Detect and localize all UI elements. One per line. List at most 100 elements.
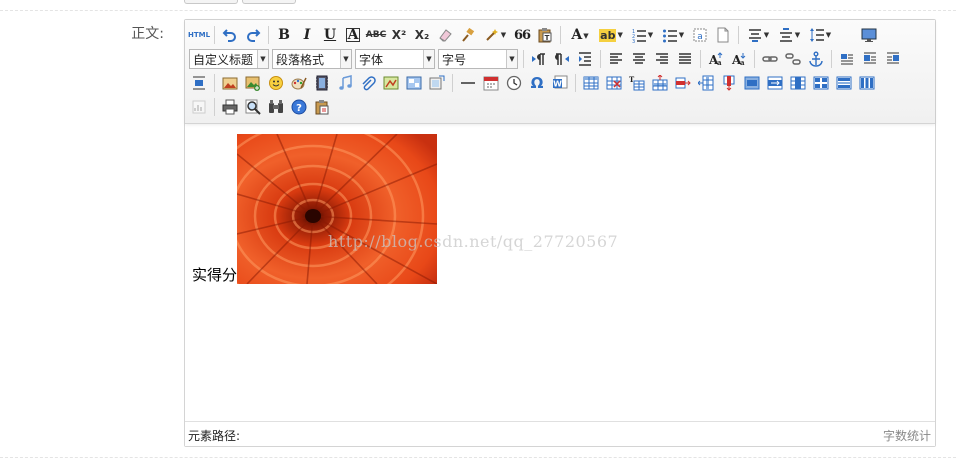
charts-icon-disabled[interactable] [189,97,209,117]
uppercase-icon[interactable]: Aa [706,49,726,69]
unlink-icon[interactable] [783,49,803,69]
horizontal-rule-icon[interactable] [458,73,478,93]
subscript-button[interactable]: X₂ [412,25,432,45]
divider-top [0,10,956,11]
merge-cells-icon[interactable] [742,73,762,93]
link-icon[interactable] [760,49,780,69]
font-border-button[interactable]: A [343,25,363,45]
backcolor-button[interactable]: ab ▼ [597,25,625,45]
paragraph-format-select[interactable]: 段落格式 ▼ [272,49,352,69]
toolbar-separator [214,98,215,116]
split-to-cols-icon[interactable] [857,73,877,93]
unordered-list-icon[interactable]: ▼ [659,25,687,45]
clear-document-icon[interactable] [713,25,733,45]
lowercase-icon[interactable]: Aa [729,49,749,69]
underline-button[interactable]: U [320,25,340,45]
row-spacing-bottom-icon[interactable]: ▼ [775,25,803,45]
select-all-icon[interactable]: a [690,25,710,45]
editor-toolbar: HTML B I U A ABC X² X₂ ▼ 66 T A ▼ ab ▼ 1… [185,20,935,124]
word-count-label[interactable]: 字数统计 [883,427,931,444]
editor-content-area[interactable]: 实得分 http://blog.csdn.net/qq_27720567 [185,124,935,422]
previous-button-stub-1[interactable] [184,0,238,4]
anchor-icon[interactable] [806,49,826,69]
bold-button[interactable]: B [274,25,294,45]
format-painter-icon[interactable] [458,25,478,45]
font-size-select[interactable]: 字号 ▼ [438,49,518,69]
insert-row-icon[interactable] [650,73,670,93]
paste-plain-icon[interactable]: T [535,25,555,45]
split-to-rows-icon[interactable] [834,73,854,93]
insert-table-icon[interactable] [581,73,601,93]
align-justify-icon[interactable] [675,49,695,69]
map-icon[interactable] [381,73,401,93]
previous-button-stub-2[interactable] [242,0,296,4]
line-height-icon[interactable]: ▼ [806,25,834,45]
custom-style-select[interactable]: 自定义标题 ▼ [189,49,269,69]
music-icon[interactable] [335,73,355,93]
direction-rtl-icon[interactable] [552,49,572,69]
redo-icon[interactable] [243,25,263,45]
insert-time-icon[interactable] [504,73,524,93]
svg-text:a: a [697,32,703,42]
insert-video-icon[interactable] [312,73,332,93]
print-icon[interactable] [220,97,240,117]
preview-icon[interactable] [243,97,263,117]
insert-col-icon[interactable] [696,73,716,93]
merge-down-icon[interactable] [788,73,808,93]
toolbar-separator [214,74,215,92]
delete-col-icon[interactable] [719,73,739,93]
align-left-icon[interactable] [606,49,626,69]
merge-right-icon[interactable] [765,73,785,93]
insert-frame-icon[interactable] [427,73,447,93]
svg-text:W: W [553,80,562,89]
fullscreen-icon[interactable] [859,25,879,45]
simple-upload-icon[interactable] [220,73,240,93]
word-image-icon[interactable]: W [550,73,570,93]
image-none-icon[interactable] [837,49,857,69]
blockquote-button[interactable]: 66 [512,25,532,45]
align-right-icon[interactable] [652,49,672,69]
special-chars-button[interactable]: Ω [527,73,547,93]
image-left-icon[interactable] [860,49,880,69]
insert-date-icon[interactable] [481,73,501,93]
image-right-icon[interactable] [883,49,903,69]
flower-image[interactable] [237,134,438,284]
gmap-icon[interactable] [404,73,424,93]
align-center-icon[interactable] [629,49,649,69]
drafts-icon[interactable] [312,97,332,117]
scrawl-icon[interactable] [289,73,309,93]
undo-icon[interactable] [220,25,240,45]
direction-ltr-icon[interactable] [529,49,549,69]
element-path-label: 元素路径: [188,429,241,443]
svg-text:a: a [740,58,745,67]
insert-caption-icon[interactable]: T [627,73,647,93]
image-center-icon[interactable] [189,73,209,93]
toolbar-separator [738,26,739,44]
eraser-icon[interactable] [435,25,455,45]
help-icon[interactable]: ? [289,97,309,117]
divider-bottom [0,457,956,458]
split-to-cells-icon[interactable] [811,73,831,93]
font-family-select[interactable]: 字体 ▼ [355,49,435,69]
toolbar-separator [523,50,524,68]
emotion-icon[interactable] [266,73,286,93]
field-label-body: 正文: [131,26,164,42]
source-html-button[interactable]: HTML [188,25,210,45]
toolbar-separator [831,50,832,68]
search-replace-icon[interactable] [266,97,286,117]
italic-button[interactable]: I [297,25,317,45]
watermark-text: http://blog.csdn.net/qq_27720567 [328,232,619,251]
attachment-icon[interactable] [358,73,378,93]
insert-image-icon[interactable] [243,73,263,93]
toolbar-separator [452,74,453,92]
autotypeset-icon[interactable]: ▼ [481,25,509,45]
strikethrough-button[interactable]: ABC [366,25,386,45]
superscript-button[interactable]: X² [389,25,409,45]
delete-table-icon[interactable] [604,73,624,93]
ordered-list-icon[interactable]: 1 2 3 ▼ [628,25,656,45]
toolbar-separator [575,74,576,92]
indent-icon[interactable] [575,49,595,69]
delete-row-icon[interactable] [673,73,693,93]
row-spacing-top-icon[interactable]: ▼ [744,25,772,45]
forecolor-button[interactable]: A ▼ [566,25,594,45]
